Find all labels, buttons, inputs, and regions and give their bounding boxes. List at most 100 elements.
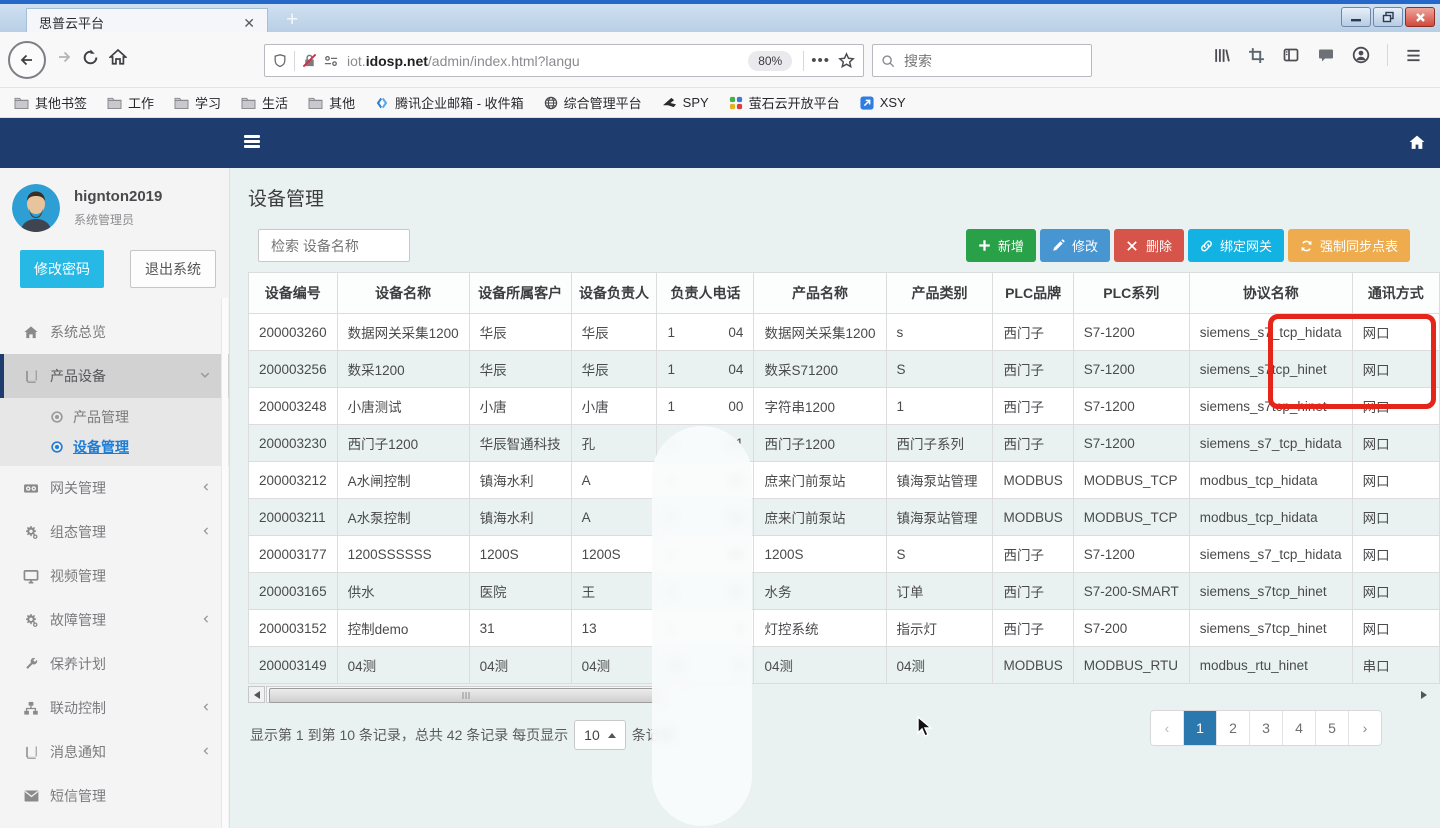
- column-header[interactable]: 通讯方式: [1352, 273, 1439, 314]
- scrollbar-track[interactable]: [266, 686, 684, 703]
- bookmark-item[interactable]: 其他: [308, 93, 355, 112]
- cell-id: 200003260: [249, 314, 338, 351]
- horizontal-scrollbar[interactable]: [248, 686, 1432, 703]
- window-close-button[interactable]: [1405, 7, 1435, 27]
- bookmark-item[interactable]: 综合管理平台: [544, 93, 642, 112]
- avatar[interactable]: [12, 184, 60, 232]
- sidebar-item[interactable]: 消息通知: [0, 730, 229, 774]
- table-row[interactable]: 200003165供水医院王141水务订单西门子S7-200-SMARTsiem…: [249, 573, 1440, 610]
- page-next-button[interactable]: ›: [1348, 711, 1381, 745]
- column-header[interactable]: 负责人电话: [657, 273, 754, 314]
- column-header[interactable]: 设备所属客户: [469, 273, 571, 314]
- change-password-button[interactable]: 修改密码: [20, 250, 104, 288]
- screenshot-icon[interactable]: [1248, 47, 1265, 64]
- sidebar-collapse-icon[interactable]: [244, 135, 260, 149]
- window-restore-button[interactable]: [1373, 7, 1403, 27]
- messages-icon[interactable]: [1317, 47, 1335, 63]
- scrollbar-thumb[interactable]: [269, 688, 663, 703]
- app-home-icon[interactable]: [1408, 134, 1426, 151]
- page-button-3[interactable]: 3: [1249, 711, 1282, 745]
- page-button-2[interactable]: 2: [1216, 711, 1249, 745]
- device-search-input[interactable]: [269, 237, 399, 255]
- browser-search-bar[interactable]: [872, 44, 1092, 77]
- table-row[interactable]: 200003248小唐测试小唐小唐100字符串12001西门子S7-1200si…: [249, 388, 1440, 425]
- sidebar-item[interactable]: 视频管理: [0, 554, 229, 598]
- column-header[interactable]: 设备负责人: [571, 273, 657, 314]
- sidebar-item[interactable]: 故障管理: [0, 598, 229, 642]
- sidebar-item[interactable]: 系统总览: [0, 310, 229, 354]
- force-sync-button[interactable]: 强制同步点表: [1288, 229, 1410, 262]
- page-button-4[interactable]: 4: [1282, 711, 1315, 745]
- forward-button[interactable]: [56, 49, 72, 70]
- browser-search-input[interactable]: [902, 52, 1083, 70]
- column-header[interactable]: 产品类别: [886, 273, 993, 314]
- page-actions-icon[interactable]: •••: [811, 52, 830, 69]
- insecure-lock-icon[interactable]: [302, 53, 317, 68]
- sidebar-item[interactable]: 网关管理: [0, 466, 229, 510]
- user-name: hignton2019: [74, 188, 162, 205]
- bookmark-item[interactable]: 其他书签: [14, 93, 87, 112]
- permissions-icon[interactable]: [323, 54, 339, 68]
- tab-close-icon[interactable]: ✕: [239, 14, 259, 32]
- cell-name: 1200SSSSSS: [337, 536, 469, 573]
- table-row[interactable]: 20000314904测04测04测15804测04测MODBUSMODBUS_…: [249, 647, 1440, 684]
- menu-icon[interactable]: [1405, 48, 1422, 63]
- sidebar-item[interactable]: 短信管理: [0, 774, 229, 818]
- page-button-5[interactable]: 5: [1315, 711, 1348, 745]
- zoom-level-badge[interactable]: 80%: [748, 51, 792, 71]
- page-size-dropdown[interactable]: 10: [574, 720, 626, 750]
- sidebar-item[interactable]: 车间管理: [0, 818, 229, 828]
- bookmark-item[interactable]: 工作: [107, 93, 154, 112]
- add-button[interactable]: 新增: [966, 229, 1036, 262]
- bookmark-item[interactable]: SPY: [662, 95, 709, 110]
- sidebar-toggle-icon[interactable]: [1282, 47, 1300, 63]
- scroll-right-button[interactable]: [1415, 686, 1432, 703]
- column-header[interactable]: PLC系列: [1073, 273, 1189, 314]
- sidebar-subitem[interactable]: 设备管理: [0, 432, 229, 462]
- sidebar-item-label: 联动控制: [50, 698, 106, 718]
- bookmark-star-icon[interactable]: [838, 52, 855, 69]
- sidebar-item[interactable]: 产品设备: [0, 354, 229, 398]
- page-button-1[interactable]: 1: [1183, 711, 1216, 745]
- sidebar-item[interactable]: 组态管理: [0, 510, 229, 554]
- back-button[interactable]: [8, 41, 46, 79]
- delete-button[interactable]: 删除: [1114, 229, 1184, 262]
- home-button[interactable]: [109, 48, 127, 71]
- column-header[interactable]: 产品名称: [754, 273, 886, 314]
- tracking-shield-icon[interactable]: [273, 53, 287, 68]
- bookmark-item[interactable]: 萤石云开放平台: [729, 93, 840, 112]
- bind-gateway-button[interactable]: 绑定网关: [1188, 229, 1284, 262]
- sidebar-subitem[interactable]: 产品管理: [0, 402, 229, 432]
- bookmark-item[interactable]: 腾讯企业邮箱 - 收件箱: [375, 93, 524, 112]
- account-icon[interactable]: [1352, 46, 1370, 64]
- table-row[interactable]: 200003260数据网关采集1200华辰华辰104数据网关采集1200s西门子…: [249, 314, 1440, 351]
- page-prev-button[interactable]: ‹: [1151, 711, 1183, 745]
- column-header[interactable]: 协议名称: [1189, 273, 1352, 314]
- edit-button[interactable]: 修改: [1040, 229, 1110, 262]
- url-bar[interactable]: iot.idosp.net/admin/index.html?langu 80%…: [264, 44, 864, 77]
- table-row[interactable]: 200003211A水泵控制镇海水利A133庶来门前泵站镇海泵站管理MODBUS…: [249, 499, 1440, 536]
- column-header[interactable]: PLC品牌: [993, 273, 1073, 314]
- bookmark-label: 工作: [128, 93, 154, 112]
- table-row[interactable]: 2000031771200SSSSSS1200S1200S1881200SS西门…: [249, 536, 1440, 573]
- table-row[interactable]: 200003230西门子1200华辰智通科技孔131西门子1200西门子系列西门…: [249, 425, 1440, 462]
- sidebar-scrollbar[interactable]: [221, 298, 228, 828]
- reload-button[interactable]: [82, 49, 99, 71]
- device-search-box[interactable]: [258, 229, 410, 262]
- library-icon[interactable]: [1213, 47, 1231, 64]
- bookmark-item[interactable]: 生活: [241, 93, 288, 112]
- column-header[interactable]: 设备编号: [249, 273, 338, 314]
- table-row[interactable]: 200003256数采1200华辰华辰104数采S71200S西门子S7-120…: [249, 351, 1440, 388]
- sidebar-item[interactable]: 保养计划: [0, 642, 229, 686]
- folder-icon: [107, 96, 122, 109]
- table-row[interactable]: 200003152控制demo311318灯控系统指示灯西门子S7-200sie…: [249, 610, 1440, 647]
- scroll-left-button[interactable]: [248, 686, 265, 703]
- new-tab-button[interactable]: +: [286, 10, 298, 30]
- bookmark-item[interactable]: 学习: [174, 93, 221, 112]
- bookmark-item[interactable]: XSY: [860, 95, 906, 110]
- column-header[interactable]: 设备名称: [337, 273, 469, 314]
- table-row[interactable]: 200003212A水闸控制镇海水利A133庶来门前泵站镇海泵站管理MODBUS…: [249, 462, 1440, 499]
- window-minimize-button[interactable]: [1341, 7, 1371, 27]
- logout-button[interactable]: 退出系统: [130, 250, 216, 288]
- sidebar-item[interactable]: 联动控制: [0, 686, 229, 730]
